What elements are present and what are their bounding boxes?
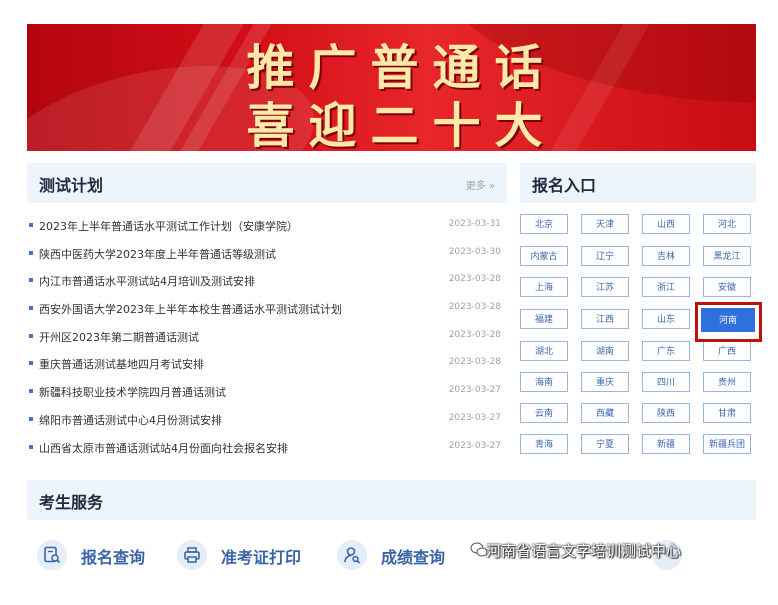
list-item-title[interactable]: 重庆普通话测试基地四月考试安排 <box>39 356 204 372</box>
admission-ticket-print-button[interactable]: 准考证打印 <box>177 538 327 572</box>
province-button[interactable]: 重庆 <box>581 372 629 392</box>
list-item[interactable]: 陕西中医药大学2023年度上半年普通话等级测试 2023-03-30 <box>27 242 507 270</box>
bullet-icon <box>29 389 33 394</box>
province-button[interactable]: 贵州 <box>703 372 751 392</box>
user-search-icon <box>337 540 367 570</box>
list-item[interactable]: 西安外国语大学2023年上半年本校生普通话水平测试测试计划 2023-03-28 <box>27 297 507 325</box>
registration-title: 报名入口 <box>532 176 597 195</box>
test-plan-list: 2023年上半年普通话水平测试工作计划（安康学院） 2023-03-31 陕西中医… <box>27 214 507 463</box>
province-button[interactable]: 江西 <box>581 309 629 329</box>
banner-title-line2: 喜迎二十大 <box>246 98 557 151</box>
list-item[interactable]: 新疆科技职业技术学院四月普通话测试 2023-03-27 <box>27 380 507 408</box>
list-item-date: 2023-03-27 <box>448 385 501 396</box>
list-item-date: 2023-03-28 <box>448 302 501 313</box>
list-item-date: 2023-03-31 <box>448 219 501 229</box>
bullet-icon <box>29 361 33 366</box>
list-item-date: 2023-03-27 <box>448 440 501 451</box>
list-item[interactable]: 内江市普通话水平测试站4月培训及测试安排 2023-03-28 <box>27 269 507 297</box>
province-button[interactable]: 广东 <box>642 341 690 361</box>
list-item-date: 2023-03-28 <box>448 357 501 368</box>
list-item-title[interactable]: 内江市普通话水平测试站4月培训及测试安排 <box>39 273 255 289</box>
search-doc-icon <box>37 540 67 570</box>
services-title: 考生服务 <box>39 493 104 512</box>
list-item-title[interactable]: 绵阳市普通话测试中心4月份测试安排 <box>39 412 222 428</box>
banner: 推广普通话 喜迎二十大 <box>27 24 756 151</box>
province-button[interactable]: 海南 <box>520 372 568 392</box>
services-header: 考生服务 <box>27 480 756 520</box>
province-button[interactable]: 山东 <box>642 309 690 329</box>
list-item-title[interactable]: 2023年上半年普通话水平测试工作计划（安康学院） <box>39 218 298 234</box>
province-button[interactable]: 吉林 <box>642 246 690 266</box>
province-button[interactable]: 青海 <box>520 434 568 454</box>
province-button[interactable]: 云南 <box>520 403 568 423</box>
province-button[interactable]: 安徽 <box>703 277 751 297</box>
province-button[interactable]: 浙江 <box>642 277 690 297</box>
list-item-title[interactable]: 山西省太原市普通话测试站4月份面向社会报名安排 <box>39 440 288 456</box>
province-button[interactable]: 福建 <box>520 309 568 329</box>
list-item-title[interactable]: 新疆科技职业技术学院四月普通话测试 <box>39 384 226 400</box>
province-button[interactable]: 西藏 <box>581 403 629 423</box>
list-item-title[interactable]: 陕西中医药大学2023年度上半年普通话等级测试 <box>39 246 276 262</box>
list-item[interactable]: 山西省太原市普通话测试站4月份面向社会报名安排 2023-03-27 <box>27 436 507 464</box>
registration-query-button[interactable]: 报名查询 <box>37 538 167 572</box>
registration-header: 报名入口 <box>520 163 756 203</box>
list-item[interactable]: 2023年上半年普通话水平测试工作计划（安康学院） 2023-03-31 <box>27 214 507 242</box>
list-item-date: 2023-03-28 <box>448 329 501 340</box>
province-button[interactable]: 上海 <box>520 277 568 297</box>
registration-query-label: 报名查询 <box>81 548 146 567</box>
list-item-date: 2023-03-27 <box>448 412 501 423</box>
list-item-date: 2023-03-30 <box>448 246 501 257</box>
province-button[interactable]: 新疆兵团 <box>703 434 751 454</box>
test-plan-header: 测试计划 更多 » <box>27 163 507 203</box>
score-query-label: 成绩查询 <box>381 548 446 567</box>
province-button[interactable]: 辽宁 <box>581 246 629 266</box>
bullet-icon <box>29 416 33 421</box>
admission-ticket-print-label: 准考证打印 <box>221 548 302 567</box>
province-button[interactable]: 河北 <box>703 214 751 234</box>
province-button[interactable]: 陕西 <box>642 403 690 423</box>
province-button[interactable]: 江苏 <box>581 277 629 297</box>
province-button[interactable]: 黑龙江 <box>703 246 751 266</box>
bullet-icon <box>29 278 33 283</box>
list-item-date: 2023-03-28 <box>448 274 501 285</box>
province-button[interactable]: 宁夏 <box>581 434 629 454</box>
bullet-icon <box>29 444 33 449</box>
province-button[interactable]: 天津 <box>581 214 629 234</box>
more-link[interactable]: 更多 » <box>466 177 495 192</box>
list-item[interactable]: 开州区2023年第二期普通话测试 2023-03-28 <box>27 325 507 353</box>
watermark: 河南省语言文字培训测试中心 <box>486 542 682 560</box>
province-button[interactable]: 山西 <box>642 214 690 234</box>
list-item-title[interactable]: 开州区2023年第二期普通话测试 <box>39 329 199 345</box>
list-item[interactable]: 绵阳市普通话测试中心4月份测试安排 2023-03-27 <box>27 408 507 436</box>
printer-icon <box>177 540 207 570</box>
list-item-title[interactable]: 西安外国语大学2023年上半年本校生普通话水平测试测试计划 <box>39 301 342 317</box>
list-item[interactable]: 重庆普通话测试基地四月考试安排 2023-03-28 <box>27 352 507 380</box>
province-button[interactable]: 四川 <box>642 372 690 392</box>
score-query-button[interactable]: 成绩查询 <box>337 538 467 572</box>
province-button[interactable]: 广西 <box>703 341 751 361</box>
province-button[interactable]: 湖北 <box>520 341 568 361</box>
bullet-icon <box>29 250 33 255</box>
province-button[interactable]: 新疆 <box>642 434 690 454</box>
bullet-icon <box>29 333 33 338</box>
province-button[interactable]: 内蒙古 <box>520 246 568 266</box>
selection-highlight-box <box>695 302 762 342</box>
province-button[interactable]: 甘肃 <box>703 403 751 423</box>
bullet-icon <box>29 306 33 311</box>
test-plan-title: 测试计划 <box>39 176 104 195</box>
province-button[interactable]: 北京 <box>520 214 568 234</box>
bullet-icon <box>29 223 33 227</box>
province-button[interactable]: 湖南 <box>581 341 629 361</box>
